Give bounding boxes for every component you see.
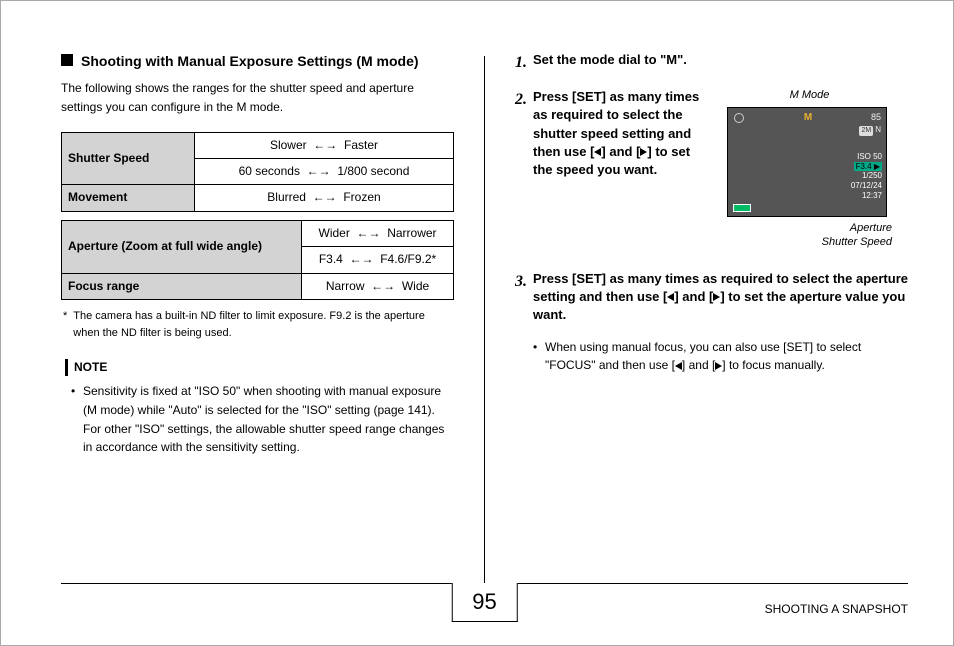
step-3-sub-bullet: When using manual focus, you can also us…	[515, 338, 908, 374]
t: ] and [	[601, 144, 640, 159]
quality-indicator: 2MN	[859, 124, 881, 136]
footnote-text: The camera has a built-in ND filter to l…	[73, 308, 454, 341]
cell-focus-label: Focus range	[62, 273, 302, 299]
note-body: Sensitivity is fixed at "ISO 50" when sh…	[65, 382, 454, 456]
val: Slower	[270, 138, 307, 152]
step-1: 1. Set the mode dial to "M".	[515, 51, 908, 74]
t: ] and [	[674, 289, 713, 304]
shutter-label: Shutter Speed	[727, 235, 892, 249]
note-block: NOTE Sensitivity is fixed at "ISO 50" wh…	[65, 359, 454, 457]
table-aperture: Aperture (Zoom at full wide angle) Wider…	[61, 220, 454, 300]
step-text: Press [SET] as many times as required to…	[533, 270, 908, 325]
square-bullet-icon	[61, 54, 73, 66]
val: Narrower	[387, 226, 436, 240]
cell-movement-label: Movement	[62, 185, 195, 211]
fstop-value: F3.4 ▶	[854, 162, 882, 172]
t: ] to focus manually.	[722, 358, 825, 372]
step-2: 2. Press [SET] as many times as required…	[515, 88, 908, 250]
page-number: 95	[451, 583, 517, 622]
footnote: * The camera has a built-in ND filter to…	[61, 308, 454, 341]
t: ] and [	[682, 358, 715, 372]
step-3: 3. Press [SET] as many times as required…	[515, 270, 908, 325]
val: Faster	[344, 138, 378, 152]
note-bullet: Sensitivity is fixed at "ISO 50" when sh…	[83, 382, 454, 456]
footnote-mark: *	[63, 308, 67, 341]
cell-aperture-label: Aperture (Zoom at full wide angle)	[62, 220, 302, 273]
screen-topbar: M 85	[728, 111, 886, 125]
cell-aperture-desc: Wider ←→ Narrower	[302, 220, 454, 246]
val: Wide	[402, 279, 429, 293]
footer-section-title: SHOOTING A SNAPSHOT	[765, 602, 908, 616]
column-divider	[484, 56, 485, 586]
screen-bottom-labels: Aperture Shutter Speed	[727, 221, 892, 250]
heading-text: Shooting with Manual Exposure Settings (…	[81, 51, 419, 71]
step-text: Press [SET] as many times as required to…	[533, 88, 713, 250]
screen-top-label: M Mode	[727, 88, 892, 104]
iso-value: ISO 50	[851, 152, 882, 162]
val: 1/800 second	[337, 164, 409, 178]
cell-shutter-range-vals: 60 seconds ←→ 1/800 second	[194, 159, 453, 185]
mode-badge: M	[804, 111, 812, 126]
left-column: Shooting with Manual Exposure Settings (…	[61, 51, 454, 561]
shutter-value: 1/250	[851, 171, 882, 181]
screen-right-values: ISO 50 F3.4 ▶ 1/250 07/12/24 12:37	[851, 152, 882, 200]
rec-mode-icon	[734, 113, 744, 123]
val: Narrow	[326, 279, 365, 293]
val: 60 seconds	[239, 164, 300, 178]
section-heading: Shooting with Manual Exposure Settings (…	[61, 51, 454, 71]
val: Frozen	[343, 190, 380, 204]
step-number: 3.	[515, 270, 527, 293]
cell-shutter-label: Shutter Speed	[62, 132, 195, 185]
battery-icon	[733, 204, 751, 212]
date-value: 07/12/24	[851, 181, 882, 191]
step-text: Set the mode dial to "M".	[533, 51, 687, 69]
camera-screen: M 85 2MN ISO 50 F3.4 ▶ 1/250 07/12/24 12…	[727, 107, 887, 217]
aperture-label: Aperture	[727, 221, 892, 235]
cell-aperture-vals: F3.4 ←→ F4.6/F9.2*	[302, 247, 454, 273]
step-number: 1.	[515, 51, 527, 74]
val: Wider	[319, 226, 350, 240]
val: Blurred	[267, 190, 306, 204]
shots-remaining: 85	[871, 111, 881, 124]
val: F4.6/F9.2*	[380, 252, 436, 266]
note-heading: NOTE	[65, 359, 107, 376]
table-shutter: Shutter Speed Slower ←→ Faster 60 second…	[61, 132, 454, 212]
cell-focus-vals: Narrow ←→ Wide	[302, 273, 454, 299]
t: N	[875, 125, 881, 134]
screen-illustration: M Mode M 85 2MN ISO 50 F3.4 ▶ 1/250 07/	[727, 88, 892, 250]
cell-shutter-range-desc: Slower ←→ Faster	[194, 132, 453, 158]
val: F3.4	[319, 252, 343, 266]
footer: 95 SHOOTING A SNAPSHOT	[61, 583, 908, 633]
left-triangle-icon	[675, 358, 682, 372]
cell-movement-vals: Blurred ←→ Frozen	[194, 185, 453, 211]
page: Shooting with Manual Exposure Settings (…	[1, 1, 953, 561]
step-number: 2.	[515, 88, 527, 111]
time-value: 12:37	[851, 191, 882, 201]
right-column: 1. Set the mode dial to "M". 2. Press [S…	[515, 51, 908, 561]
intro-text: The following shows the ranges for the s…	[61, 79, 454, 117]
